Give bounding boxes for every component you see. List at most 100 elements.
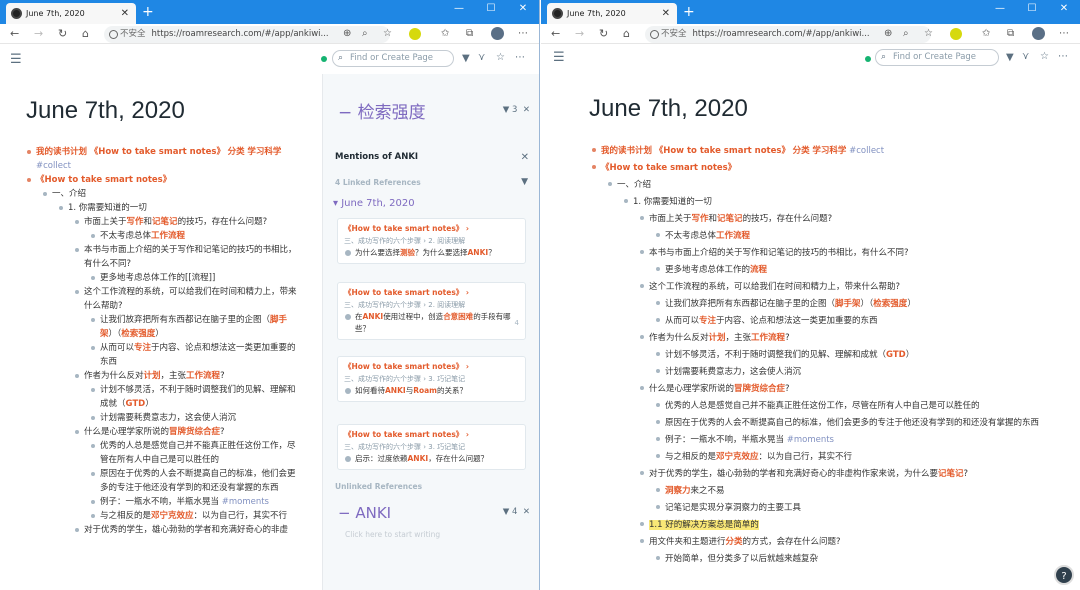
page-ref-link[interactable]: 《How to take smart notes》 xyxy=(655,146,790,156)
back-icon[interactable]: ← xyxy=(10,27,19,41)
card-breadcrumb[interactable]: 三、成功写作的六个步骤 › 3. 巧记笔记 xyxy=(344,373,519,385)
tag-link[interactable]: #collect xyxy=(36,161,71,171)
unlinked-references-label[interactable]: Unlinked References xyxy=(335,482,422,491)
more-menu-icon[interactable]: ⋯ xyxy=(518,27,528,41)
info-icon[interactable] xyxy=(109,30,118,39)
outline-block[interactable]: 不太考虑总体工作流程 xyxy=(91,229,298,243)
page-title[interactable]: June 7th, 2020 xyxy=(26,97,185,125)
tag-link[interactable]: #collect xyxy=(849,146,884,156)
page-ref-link[interactable]: 分类 xyxy=(726,537,743,547)
page-ref-link[interactable]: 邓宁克效应 xyxy=(151,511,194,521)
outline-block[interactable]: 洞察力来之不易 xyxy=(656,483,1041,500)
forward-icon[interactable]: → xyxy=(34,27,43,41)
page-ref-link[interactable]: 记笔记 xyxy=(938,469,964,479)
close-icon[interactable]: ✕ xyxy=(523,105,530,115)
tag-link[interactable]: #moments xyxy=(222,497,269,507)
zoom-icon[interactable]: ⊕ xyxy=(343,27,351,41)
profile-avatar[interactable] xyxy=(1032,27,1045,40)
page-ref-link[interactable]: 工作流程 xyxy=(151,231,185,241)
hamburger-menu-icon[interactable]: ☰ xyxy=(553,50,565,65)
outline-block[interactable]: 记笔记是实现分享洞察力的主要工具 xyxy=(656,500,1041,517)
filter-icon[interactable]: ▼ xyxy=(503,105,510,115)
outline-block[interactable]: 市面上关于写作和记笔记的技巧，存在什么问题? xyxy=(640,211,1041,228)
page-ref-link[interactable]: GTD xyxy=(126,399,146,409)
collections-icon[interactable]: ⧉ xyxy=(466,27,473,41)
page-ref-link[interactable]: 检索强度 xyxy=(873,299,907,309)
outline-block[interactable]: 不太考虑总体工作流程 xyxy=(656,228,1041,245)
page-ref-link[interactable]: GTD xyxy=(886,350,906,360)
page-ref-link[interactable]: 检索强度 xyxy=(121,329,155,339)
card-breadcrumb[interactable]: 三、成功写作的六个步骤 › 2. 阅读理解 xyxy=(344,299,519,311)
more-options-icon[interactable]: ⋯ xyxy=(1058,51,1068,62)
card-page-ref[interactable]: 《How to take smart notes》 › xyxy=(344,361,519,373)
outline-block[interactable]: 本书与市面上介绍的关于写作和记笔记的技巧的书相比，有什么不同? xyxy=(640,245,1041,262)
maximize-button[interactable]: ☐ xyxy=(475,0,507,18)
home-icon[interactable]: ⌂ xyxy=(623,27,630,41)
card-block-text[interactable]: 如何看待ANKI与Roam的关系？ xyxy=(344,385,519,397)
zoom-icon[interactable]: ⊕ xyxy=(884,27,892,41)
anki-block-title[interactable]: − ANKI xyxy=(338,504,391,522)
outline-block[interactable]: 原因在于优秀的人会不断提高自己的标准，他们会更多的专注于他还没有学到的和还没有掌… xyxy=(656,415,1041,432)
outline-block[interactable]: 计划需要耗费意志力，这会使人消沉 xyxy=(656,364,1041,381)
more-menu-icon[interactable]: ⋯ xyxy=(1059,27,1069,41)
favorites-bar-icon[interactable]: ✩ xyxy=(441,27,449,41)
graph-icon[interactable]: ⋎ xyxy=(1022,51,1029,62)
outline-block[interactable]: 让我们放弃把所有东西都记在脑子里的企图（脚手架）（检索强度） xyxy=(91,313,298,341)
browser-tab[interactable]: June 7th, 2020 ✕ xyxy=(6,3,136,24)
profile-avatar[interactable] xyxy=(491,27,504,40)
outline-block[interactable]: 对于优秀的学生，雄心勃勃的学者和充满好奇心的非虚 xyxy=(75,523,298,537)
reference-card[interactable]: 《How to take smart notes》 › 三、成功写作的六个步骤 ›… xyxy=(337,282,526,340)
outline-block[interactable]: 例子：一瓶水不响，半瓶水晃当 #moments xyxy=(656,432,1041,449)
search-page-icon[interactable]: ⌕ xyxy=(903,27,909,41)
page-ref-link[interactable]: 写作 xyxy=(127,217,144,227)
card-page-ref[interactable]: 《How to take smart notes》 › xyxy=(344,429,519,441)
outline-block[interactable]: 从而可以专注于内容、论点和想法这一类更加重要的东西 xyxy=(91,341,298,369)
card-breadcrumb[interactable]: 三、成功写作的六个步骤 › 2. 阅读理解 xyxy=(344,235,519,247)
reference-card[interactable]: 《How to take smart notes》 › 三、成功写作的六个步骤 ›… xyxy=(337,218,526,264)
reference-page-toggle[interactable]: ▾ June 7th, 2020 xyxy=(333,198,415,209)
outline-block[interactable]: 计划需要耗费意志力，这会使人消沉 xyxy=(91,411,298,425)
tab-close-icon[interactable]: ✕ xyxy=(121,3,129,24)
new-tab-button[interactable]: + xyxy=(142,2,154,22)
page-ref-link[interactable]: 邓宁克效应 xyxy=(716,452,759,462)
outline-block[interactable]: 市面上关于写作和记笔记的技巧，存在什么问题? xyxy=(75,215,298,229)
page-title[interactable]: June 7th, 2020 xyxy=(589,95,748,123)
search-input[interactable]: ⌕ Find or Create Page xyxy=(332,50,454,67)
browser-tab[interactable]: June 7th, 2020 ✕ xyxy=(547,3,677,24)
filter-icon[interactable]: ▼ xyxy=(521,177,528,187)
minimize-button[interactable]: — xyxy=(443,0,475,18)
card-page-ref[interactable]: 《How to take smart notes》 › xyxy=(344,287,519,299)
favorite-star-icon[interactable]: ☆ xyxy=(383,27,392,41)
outline-block[interactable]: 作者为什么反对计划，主张工作流程? xyxy=(640,330,1041,347)
page-ref-link[interactable]: 记笔记 xyxy=(717,214,743,224)
outline-block[interactable]: 《How to take smart notes》 xyxy=(592,160,1041,177)
outline-block[interactable]: 计划不够灵活，不利于随时调整我们的见解、理解和成就（GTD） xyxy=(656,347,1041,364)
page-ref-link[interactable]: 分类 xyxy=(228,147,245,157)
close-window-button[interactable]: ✕ xyxy=(507,0,539,18)
extension-icon[interactable] xyxy=(409,28,421,40)
page-ref-link[interactable]: 《How to take smart notes》 xyxy=(601,163,736,173)
outline-block[interactable]: 1. 你需要知道的一切 xyxy=(624,194,1041,211)
new-tab-button[interactable]: + xyxy=(683,2,695,22)
page-ref-link[interactable]: 学习科学 xyxy=(247,147,281,157)
page-ref-link[interactable]: 冒牌货综合症 xyxy=(169,427,220,437)
page-ref-link[interactable]: 写作 xyxy=(692,214,709,224)
reload-icon[interactable]: ↻ xyxy=(58,27,67,41)
page-ref-link[interactable]: 工作流程 xyxy=(716,231,750,241)
tab-close-icon[interactable]: ✕ xyxy=(662,3,670,24)
page-ref-link[interactable]: 学习科学 xyxy=(812,146,846,156)
card-page-ref[interactable]: 《How to take smart notes》 › xyxy=(344,223,519,235)
outline-block[interactable]: 1. 你需要知道的一切 xyxy=(59,201,298,215)
page-ref-link[interactable]: 记笔记 xyxy=(152,217,178,227)
outline-block[interactable]: 开始简单，但分类多了以后就越来越复杂 xyxy=(656,551,1041,568)
page-ref-link[interactable]: 计划 xyxy=(709,333,726,343)
sidebar-block-title[interactable]: − 检索强度 xyxy=(338,98,426,123)
page-ref-link[interactable]: 洞察力 xyxy=(665,486,691,496)
close-icon[interactable]: ✕ xyxy=(521,152,529,163)
shortcut-star-icon[interactable]: ☆ xyxy=(1040,51,1049,62)
outline-block[interactable]: 让我们放弃把所有东西都记在脑子里的企图（脚手架）（检索强度） xyxy=(656,296,1041,313)
favorite-star-icon[interactable]: ☆ xyxy=(924,27,933,41)
forward-icon[interactable]: → xyxy=(575,27,584,41)
page-ref-link[interactable]: 工作流程 xyxy=(751,333,785,343)
reference-card[interactable]: 《How to take smart notes》 › 三、成功写作的六个步骤 ›… xyxy=(337,356,526,402)
